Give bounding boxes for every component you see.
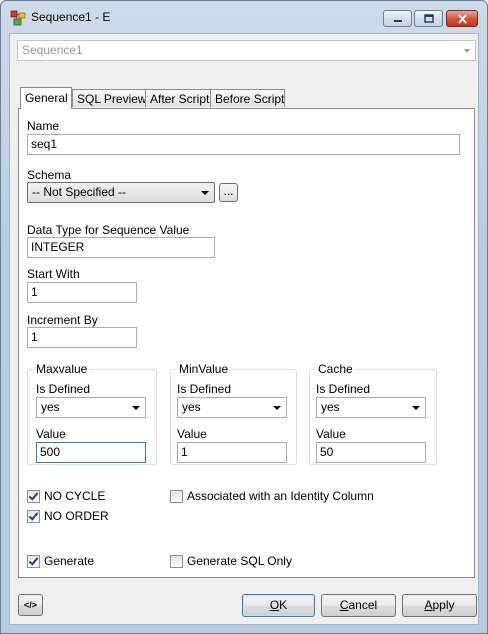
minvalue-value-label: Value xyxy=(177,427,207,441)
tab-before-script[interactable]: Before Script xyxy=(210,89,285,107)
ok-label-rest: K xyxy=(279,598,288,612)
maxvalue-group: Maxvalue Is Defined yes Value 500 xyxy=(27,362,157,465)
minimize-button[interactable] xyxy=(383,10,412,27)
chevron-down-icon xyxy=(201,191,209,195)
no-order-checkbox[interactable]: NO ORDER xyxy=(27,509,109,523)
cache-group: Cache Is Defined yes Value 50 xyxy=(309,362,437,465)
minimize-icon xyxy=(393,19,402,22)
title-bar[interactable]: Sequence1 - E xyxy=(1,1,487,33)
minvalue-defined-select[interactable]: yes xyxy=(177,397,287,418)
no-cycle-checkbox[interactable]: NO CYCLE xyxy=(27,489,105,503)
general-tab-panel: Name seq1 Schema -- Not Specified -- ...… xyxy=(18,108,475,578)
maxvalue-defined-select[interactable]: yes xyxy=(36,397,146,418)
name-label: Name xyxy=(27,119,60,133)
minvalue-input[interactable]: 1 xyxy=(177,442,287,463)
chevron-down-icon xyxy=(132,406,140,410)
increment-by-label: Increment By xyxy=(27,313,98,327)
minvalue-title: MinValue xyxy=(177,362,231,376)
maxvalue-defined-label: Is Defined xyxy=(36,382,91,396)
apply-label-rest: pply xyxy=(432,598,455,612)
apply-button[interactable]: Apply xyxy=(402,594,477,617)
schema-select[interactable]: -- Not Specified -- xyxy=(27,182,215,203)
object-selector-combo[interactable]: Sequence1 xyxy=(17,40,476,61)
code-view-button[interactable]: </> xyxy=(18,594,43,616)
increment-by-input[interactable]: 1 xyxy=(27,327,137,348)
apply-mnemonic: A xyxy=(424,598,433,612)
object-selector-value: Sequence1 xyxy=(22,43,83,57)
cancel-label-rest: ancel xyxy=(348,598,378,612)
close-icon xyxy=(457,13,467,24)
dialog-window: Sequence1 - E Sequence1 General SQL Prev… xyxy=(0,0,488,634)
code-icon: </> xyxy=(23,600,37,610)
maxvalue-defined-value: yes xyxy=(41,400,60,414)
minvalue-defined-label: Is Defined xyxy=(177,382,232,396)
name-input[interactable]: seq1 xyxy=(27,134,460,155)
checkbox-checked-icon xyxy=(27,554,40,568)
maxvalue-value-label: Value xyxy=(36,427,66,441)
cache-value-label: Value xyxy=(316,427,346,441)
checkbox-checked-icon xyxy=(27,489,40,503)
sequence-app-icon xyxy=(10,10,26,26)
schema-value: -- Not Specified -- xyxy=(32,185,127,199)
generate-sql-only-label: Generate SQL Only xyxy=(187,554,292,568)
datatype-label: Data Type for Sequence Value xyxy=(27,223,190,237)
maxvalue-title: Maxvalue xyxy=(34,362,90,376)
identity-column-checkbox[interactable]: Associated with an Identity Column xyxy=(170,489,374,503)
cache-defined-value: yes xyxy=(321,400,340,414)
cache-defined-select[interactable]: yes xyxy=(316,397,426,418)
cache-title: Cache xyxy=(316,362,355,376)
chevron-down-icon xyxy=(273,406,281,410)
maximize-button[interactable] xyxy=(414,10,443,27)
minvalue-defined-value: yes xyxy=(182,400,201,414)
close-button[interactable] xyxy=(446,10,478,27)
maximize-icon xyxy=(423,14,434,23)
chevron-down-icon xyxy=(464,49,470,53)
cache-defined-label: Is Defined xyxy=(316,382,371,396)
checkbox-unchecked-icon xyxy=(170,554,183,568)
minvalue-group: MinValue Is Defined yes Value 1 xyxy=(170,362,297,465)
datatype-input[interactable]: INTEGER xyxy=(27,237,215,258)
start-with-label: Start With xyxy=(27,267,80,281)
chevron-down-icon xyxy=(412,406,420,410)
ok-button[interactable]: OK xyxy=(242,594,315,617)
tab-sql-preview[interactable]: SQL Preview xyxy=(72,89,147,107)
schema-label: Schema xyxy=(27,168,72,182)
no-order-label: NO ORDER xyxy=(44,509,109,523)
start-with-input[interactable]: 1 xyxy=(27,282,137,303)
generate-sql-only-checkbox[interactable]: Generate SQL Only xyxy=(170,554,292,568)
maxvalue-input[interactable]: 500 xyxy=(36,442,146,463)
schema-browse-button[interactable]: ... xyxy=(219,183,238,202)
generate-checkbox[interactable]: Generate xyxy=(27,554,94,568)
cache-input[interactable]: 50 xyxy=(316,442,426,463)
tab-general[interactable]: General xyxy=(20,87,72,109)
dialog-client-area: Sequence1 General SQL Preview After Scri… xyxy=(9,33,479,625)
cancel-button[interactable]: Cancel xyxy=(321,594,396,617)
ok-mnemonic: O xyxy=(269,598,280,612)
checkbox-checked-icon xyxy=(27,509,40,523)
window-title: Sequence1 - E xyxy=(31,10,111,24)
generate-label: Generate xyxy=(44,554,95,568)
checkbox-unchecked-icon xyxy=(170,489,183,503)
identity-column-label: Associated with an Identity Column xyxy=(187,489,374,503)
tab-after-script[interactable]: After Script xyxy=(145,89,211,107)
no-cycle-label: NO CYCLE xyxy=(44,489,106,503)
